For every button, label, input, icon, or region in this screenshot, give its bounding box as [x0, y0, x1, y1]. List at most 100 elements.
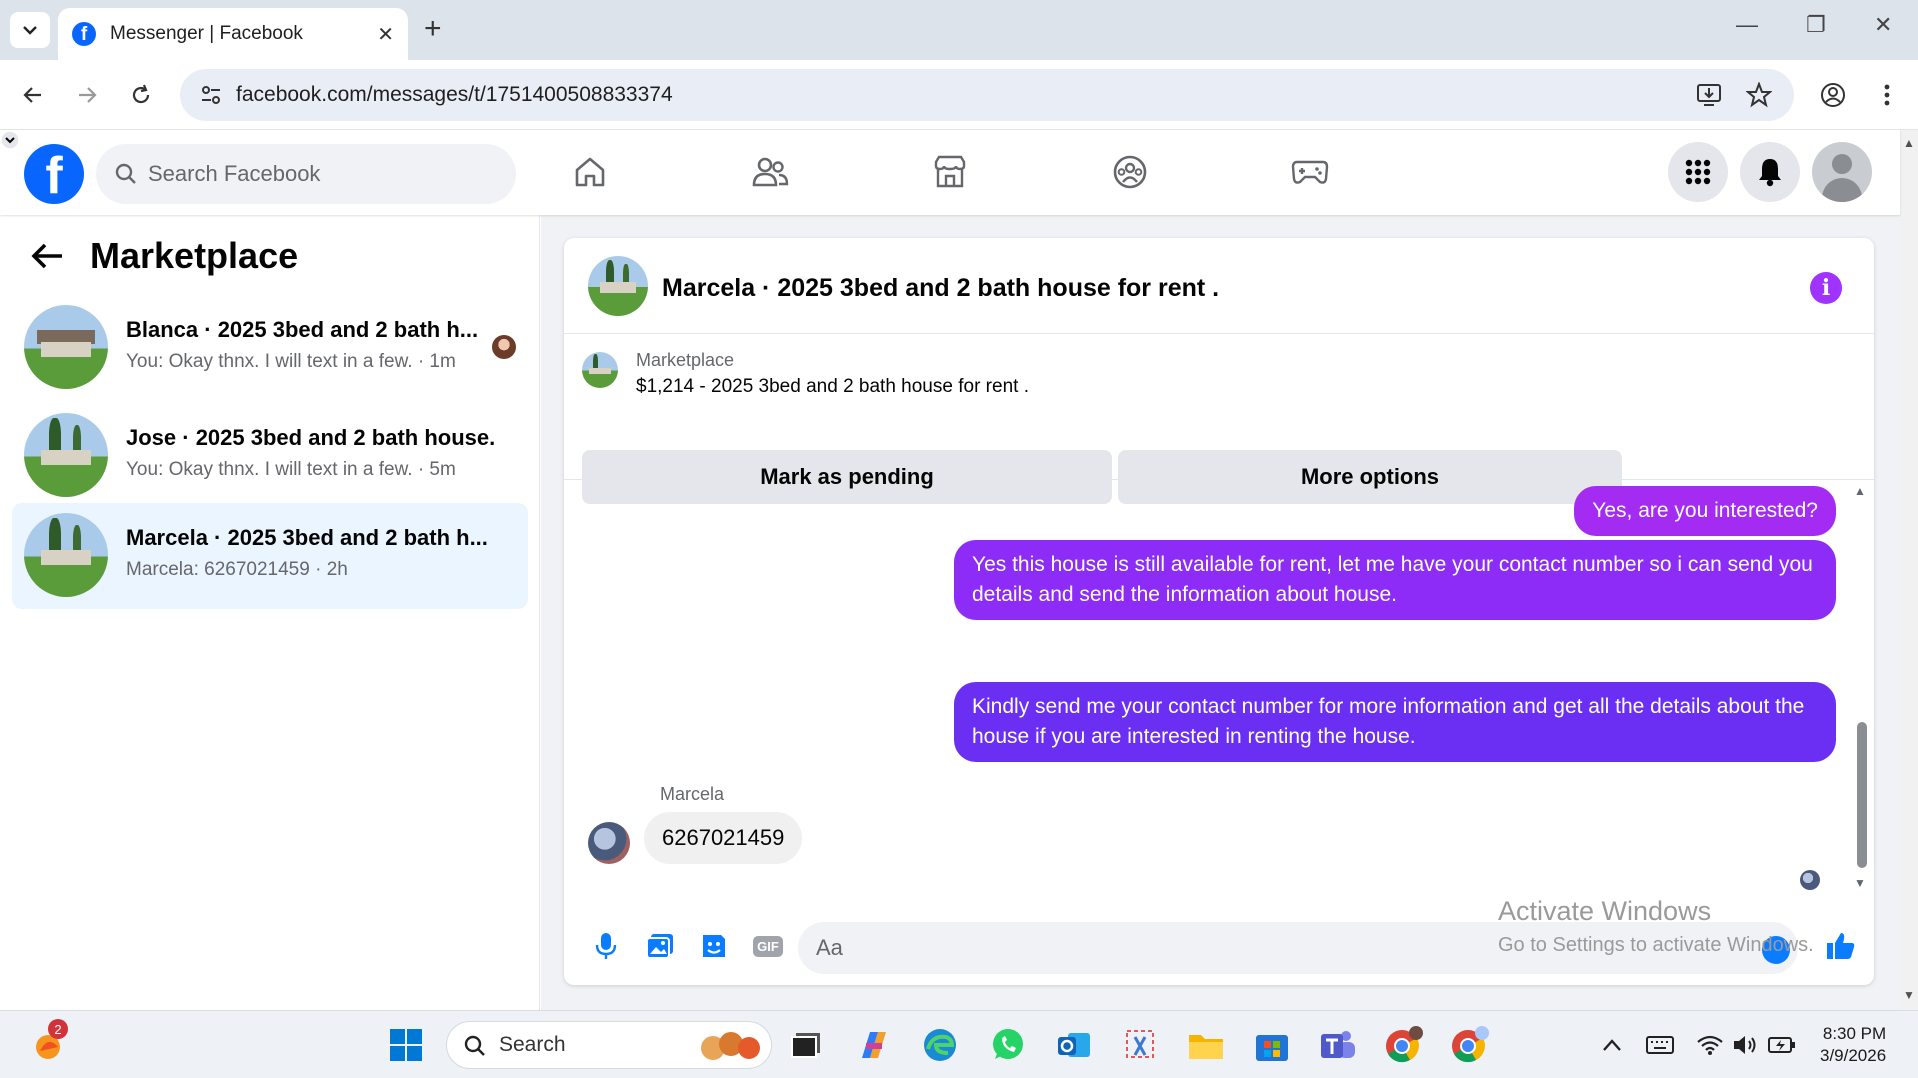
photo-icon[interactable]: [642, 928, 678, 964]
sticker-icon[interactable]: [696, 928, 732, 964]
incoming-sender-name: Marcela: [660, 784, 725, 804]
url-text: facebook.com/messages/t/1751400508833374: [236, 83, 673, 106]
outgoing-message[interactable]: Yes this house is still available for re…: [954, 540, 1836, 620]
conversation-preview: Marcela: 6267021459 · 2h: [126, 559, 348, 580]
facebook-search-input[interactable]: Search Facebook: [96, 144, 516, 204]
conversation-item-marcela[interactable]: Marcela · 2025 3bed and 2 bath h... Marc…: [12, 503, 528, 609]
taskbar-search-input[interactable]: Search: [446, 1021, 772, 1069]
home-icon[interactable]: [568, 150, 612, 194]
facebook-favicon-icon: f: [72, 22, 96, 46]
chrome-profile-icon[interactable]: [1450, 1025, 1490, 1065]
listing-thumbnail: [24, 413, 108, 497]
profile-icon[interactable]: [1816, 78, 1850, 112]
sidebar-header: Marketplace: [30, 235, 298, 277]
windows-taskbar: 2 Search 8:30 PM 3/9/2026: [0, 1010, 1918, 1078]
sender-avatar[interactable]: [588, 822, 630, 864]
chat-header: Marcela · 2025 3bed and 2 bath house for…: [564, 238, 1874, 334]
search-placeholder: Search Facebook: [148, 161, 321, 186]
conversation-item-blanca[interactable]: Blanca · 2025 3bed and 2 bath h... You: …: [12, 295, 528, 401]
system-clock[interactable]: 8:30 PM 3/9/2026: [1820, 1023, 1886, 1067]
gaming-icon[interactable]: [1288, 150, 1332, 194]
chrome-profile-m-icon[interactable]: [1384, 1025, 1424, 1065]
snipping-tool-icon[interactable]: [1120, 1025, 1160, 1065]
scroll-down-arrow-icon[interactable]: ▼: [1854, 876, 1866, 890]
volume-icon[interactable]: [1726, 1025, 1766, 1065]
clock-time: 8:30 PM: [1822, 1024, 1887, 1043]
info-icon[interactable]: i: [1810, 272, 1842, 304]
battery-icon[interactable]: [1762, 1025, 1802, 1065]
listing-thumbnail: [24, 305, 108, 389]
conversation-name: Blanca · 2025 3bed and 2 bath h...: [126, 317, 479, 342]
site-settings-icon[interactable]: [198, 82, 224, 108]
listing-thumbnail: [24, 513, 108, 597]
incoming-message[interactable]: 6267021459: [644, 812, 803, 864]
gif-icon[interactable]: GIF: [750, 928, 786, 964]
friends-icon[interactable]: [748, 150, 792, 194]
menu-grid-icon[interactable]: [1668, 142, 1728, 202]
tab-search-button[interactable]: [10, 12, 50, 48]
microphone-icon[interactable]: [588, 928, 624, 964]
forward-icon[interactable]: [70, 78, 104, 112]
account-avatar[interactable]: [1812, 142, 1872, 202]
groups-icon[interactable]: [1108, 150, 1152, 194]
minimize-icon[interactable]: —: [1736, 12, 1758, 38]
restore-icon[interactable]: ❐: [1806, 12, 1826, 38]
close-tab-icon[interactable]: ✕: [377, 22, 394, 47]
conversation-preview: You: Okay thnx. I will text in a few. · …: [126, 351, 456, 372]
outlook-icon[interactable]: [1054, 1025, 1094, 1065]
notifications-bell-icon[interactable]: [1740, 142, 1800, 202]
outgoing-message[interactable]: Kindly send me your contact number for m…: [954, 682, 1836, 762]
read-receipt-avatar: [1800, 870, 1820, 890]
chevron-down-icon: [23, 26, 37, 35]
browser-tab[interactable]: f Messenger | Facebook ✕: [58, 8, 408, 60]
reload-icon[interactable]: [124, 78, 158, 112]
activate-windows-subtitle: Go to Settings to activate Windows.: [1498, 934, 1814, 956]
back-arrow-icon[interactable]: [30, 241, 64, 271]
more-options-button[interactable]: More options: [1118, 450, 1622, 504]
microsoft-store-icon[interactable]: [1252, 1025, 1292, 1065]
teams-icon[interactable]: [1318, 1025, 1358, 1065]
windows-start-icon[interactable]: [386, 1025, 426, 1065]
listing-title[interactable]: $1,214 - 2025 3bed and 2 bath house for …: [636, 376, 1029, 398]
seen-avatar: [492, 335, 516, 359]
gif-label: GIF: [753, 935, 783, 957]
chat-thumbnail[interactable]: [588, 256, 648, 316]
file-explorer-icon[interactable]: [1186, 1025, 1226, 1065]
page-scroll-down-icon[interactable]: ▼: [1903, 988, 1915, 1002]
install-app-icon[interactable]: [1696, 82, 1724, 108]
marketplace-icon[interactable]: [928, 150, 972, 194]
chat-scrollbar[interactable]: [1857, 722, 1867, 868]
scroll-up-arrow-icon[interactable]: ▲: [1854, 484, 1866, 498]
browser-menu-icon[interactable]: [1870, 78, 1904, 112]
sidebar-title: Marketplace: [90, 235, 299, 276]
page-scrollbar[interactable]: ▲ ▼: [1900, 130, 1918, 1010]
facebook-logo-icon[interactable]: f: [24, 144, 84, 204]
listing-mini-thumbnail[interactable]: [582, 352, 618, 388]
browser-tab-bar: f Messenger | Facebook ✕ + — ❐ ✕: [0, 0, 1918, 60]
conversation-preview: You: Okay thnx. I will text in a few. · …: [126, 459, 456, 480]
tab-title: Messenger | Facebook: [110, 23, 303, 44]
facebook-header: f Search Facebook: [0, 130, 1900, 215]
search-highlight-icon: [701, 1032, 760, 1060]
like-thumb-icon[interactable]: [1822, 928, 1858, 964]
whatsapp-icon[interactable]: [988, 1025, 1028, 1065]
close-window-icon[interactable]: ✕: [1874, 12, 1892, 38]
outgoing-message[interactable]: Yes, are you interested?: [1574, 486, 1836, 536]
conversation-item-jose[interactable]: Jose · 2025 3bed and 2 bath house... You…: [12, 403, 528, 509]
conversation-name: Jose · 2025 3bed and 2 bath house...: [126, 425, 496, 450]
chat-title[interactable]: Marcela · 2025 3bed and 2 bath house for…: [662, 274, 1219, 303]
back-icon[interactable]: [16, 78, 50, 112]
bookmark-star-icon[interactable]: [1746, 82, 1772, 108]
show-hidden-icons-chevron-icon[interactable]: [1592, 1025, 1632, 1065]
edge-browser-icon[interactable]: [920, 1025, 960, 1065]
browser-toolbar: facebook.com/messages/t/1751400508833374: [0, 60, 1918, 130]
keyboard-icon[interactable]: [1640, 1025, 1680, 1065]
task-view-icon[interactable]: [786, 1025, 826, 1065]
page-scroll-up-icon[interactable]: ▲: [1903, 136, 1915, 150]
mark-as-pending-button[interactable]: Mark as pending: [582, 450, 1112, 504]
copilot-icon[interactable]: [854, 1025, 894, 1065]
wifi-icon[interactable]: [1690, 1025, 1730, 1065]
address-bar[interactable]: facebook.com/messages/t/1751400508833374: [180, 69, 1794, 121]
account-chevron-icon[interactable]: [0, 130, 20, 150]
new-tab-icon[interactable]: +: [424, 14, 442, 44]
